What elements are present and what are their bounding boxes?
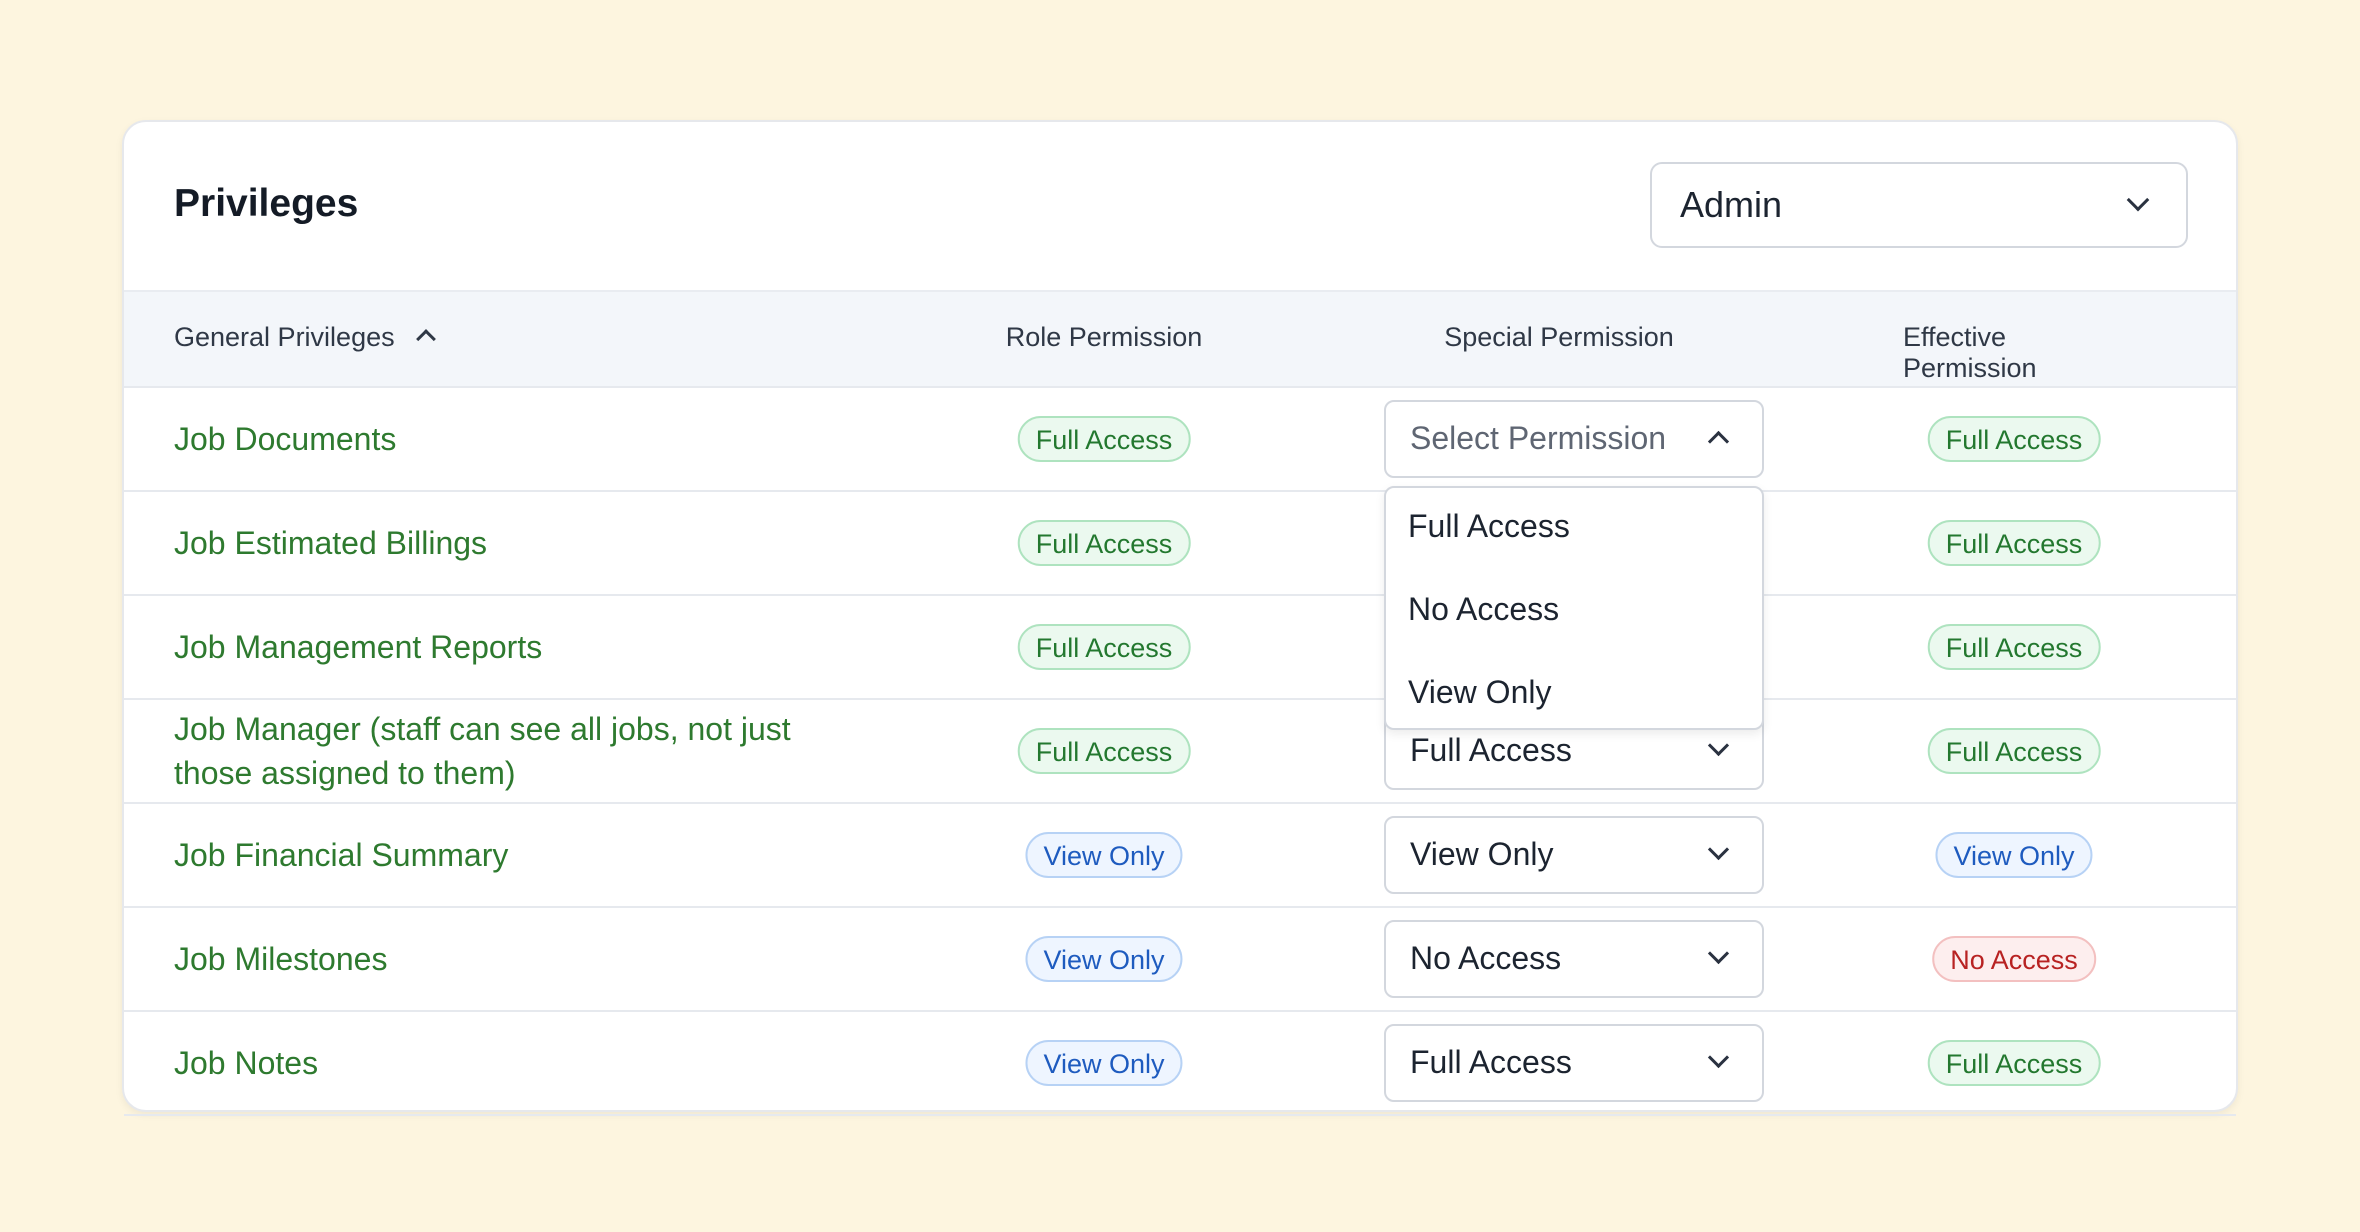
table-row: Job Estimated Billings Full Access Full … xyxy=(124,492,2236,596)
column-general-privileges[interactable]: General Privileges xyxy=(174,322,395,353)
column-special-permission: Special Permission xyxy=(1444,322,1674,352)
privilege-name: Job Management Reports xyxy=(174,629,543,665)
sort-ascending-icon[interactable] xyxy=(416,329,436,349)
effective-permission-badge: Full Access xyxy=(1927,728,2101,774)
chevron-down-icon xyxy=(1707,838,1730,861)
role-permission-badge: View Only xyxy=(1025,936,1183,982)
special-permission-value: View Only xyxy=(1410,836,1554,872)
permission-dropdown-menu: Full Access No Access View Only xyxy=(1384,486,1764,730)
privileges-card: Privileges Admin General Privileges Role… xyxy=(122,120,2238,1116)
privilege-name: Job Estimated Billings xyxy=(174,525,488,561)
role-select-value: Admin xyxy=(1680,184,1783,225)
privilege-name: Job Notes xyxy=(174,1045,319,1081)
role-permission-badge: Full Access xyxy=(1017,520,1191,566)
effective-permission-badge: Full Access xyxy=(1927,416,2101,462)
special-permission-value: Full Access xyxy=(1410,1044,1572,1080)
special-permission-select[interactable]: View Only xyxy=(1384,816,1764,894)
special-permission-select[interactable]: Full Access xyxy=(1384,1024,1764,1102)
chevron-down-icon xyxy=(1707,1046,1730,1069)
table-row: Job Documents Full Access Select Permiss… xyxy=(124,388,2236,492)
special-permission-value: No Access xyxy=(1410,940,1562,976)
page-title: Privileges xyxy=(174,182,359,225)
privilege-name: Job Manager (staff can see all jobs, not… xyxy=(174,711,791,791)
card-header: Privileges Admin xyxy=(124,122,2236,292)
role-permission-badge: Full Access xyxy=(1017,624,1191,670)
special-permission-select[interactable]: No Access xyxy=(1384,920,1764,998)
role-permission-badge: View Only xyxy=(1025,832,1183,878)
effective-permission-badge: Full Access xyxy=(1927,624,2101,670)
privilege-name: Job Milestones xyxy=(174,941,388,977)
role-permission-badge: Full Access xyxy=(1017,728,1191,774)
special-permission-placeholder: Select Permission xyxy=(1410,420,1667,456)
effective-permission-badge: Full Access xyxy=(1927,520,2101,566)
chevron-down-icon xyxy=(1707,942,1730,965)
column-effective-permission: Effective Permission xyxy=(1903,322,2037,383)
effective-permission-badge: Full Access xyxy=(1927,1040,2101,1086)
special-permission-select[interactable]: Select Permission xyxy=(1384,400,1764,478)
menu-item-view-only[interactable]: View Only xyxy=(1408,674,1551,711)
privilege-name: Job Financial Summary xyxy=(174,837,509,873)
role-permission-badge: View Only xyxy=(1025,1040,1183,1086)
table-row: Job Manager (staff can see all jobs, not… xyxy=(124,700,2236,804)
special-permission-value: Full Access xyxy=(1410,732,1572,768)
role-select[interactable]: Admin xyxy=(1650,162,2188,248)
effective-permission-badge: View Only xyxy=(1935,832,2093,878)
effective-permission-badge: No Access xyxy=(1932,936,2096,982)
table-row: Job Financial Summary View Only View Onl… xyxy=(124,804,2236,908)
column-role-permission: Role Permission xyxy=(1005,322,1203,352)
table-row: Job Management Reports Full Access Full … xyxy=(124,596,2236,700)
chevron-down-icon xyxy=(2126,188,2150,212)
menu-item-no-access[interactable]: No Access xyxy=(1408,591,1559,628)
menu-item-full-access[interactable]: Full Access xyxy=(1408,508,1570,545)
role-permission-badge: Full Access xyxy=(1017,416,1191,462)
chevron-down-icon xyxy=(1707,734,1730,757)
privilege-name: Job Documents xyxy=(174,421,397,457)
table-row: Job Notes View Only Full Access Full Acc… xyxy=(124,1012,2236,1116)
chevron-up-icon xyxy=(1707,430,1730,453)
table-header: General Privileges Role Permission Speci… xyxy=(124,292,2236,388)
table-row: Job Milestones View Only No Access No Ac… xyxy=(124,908,2236,1012)
